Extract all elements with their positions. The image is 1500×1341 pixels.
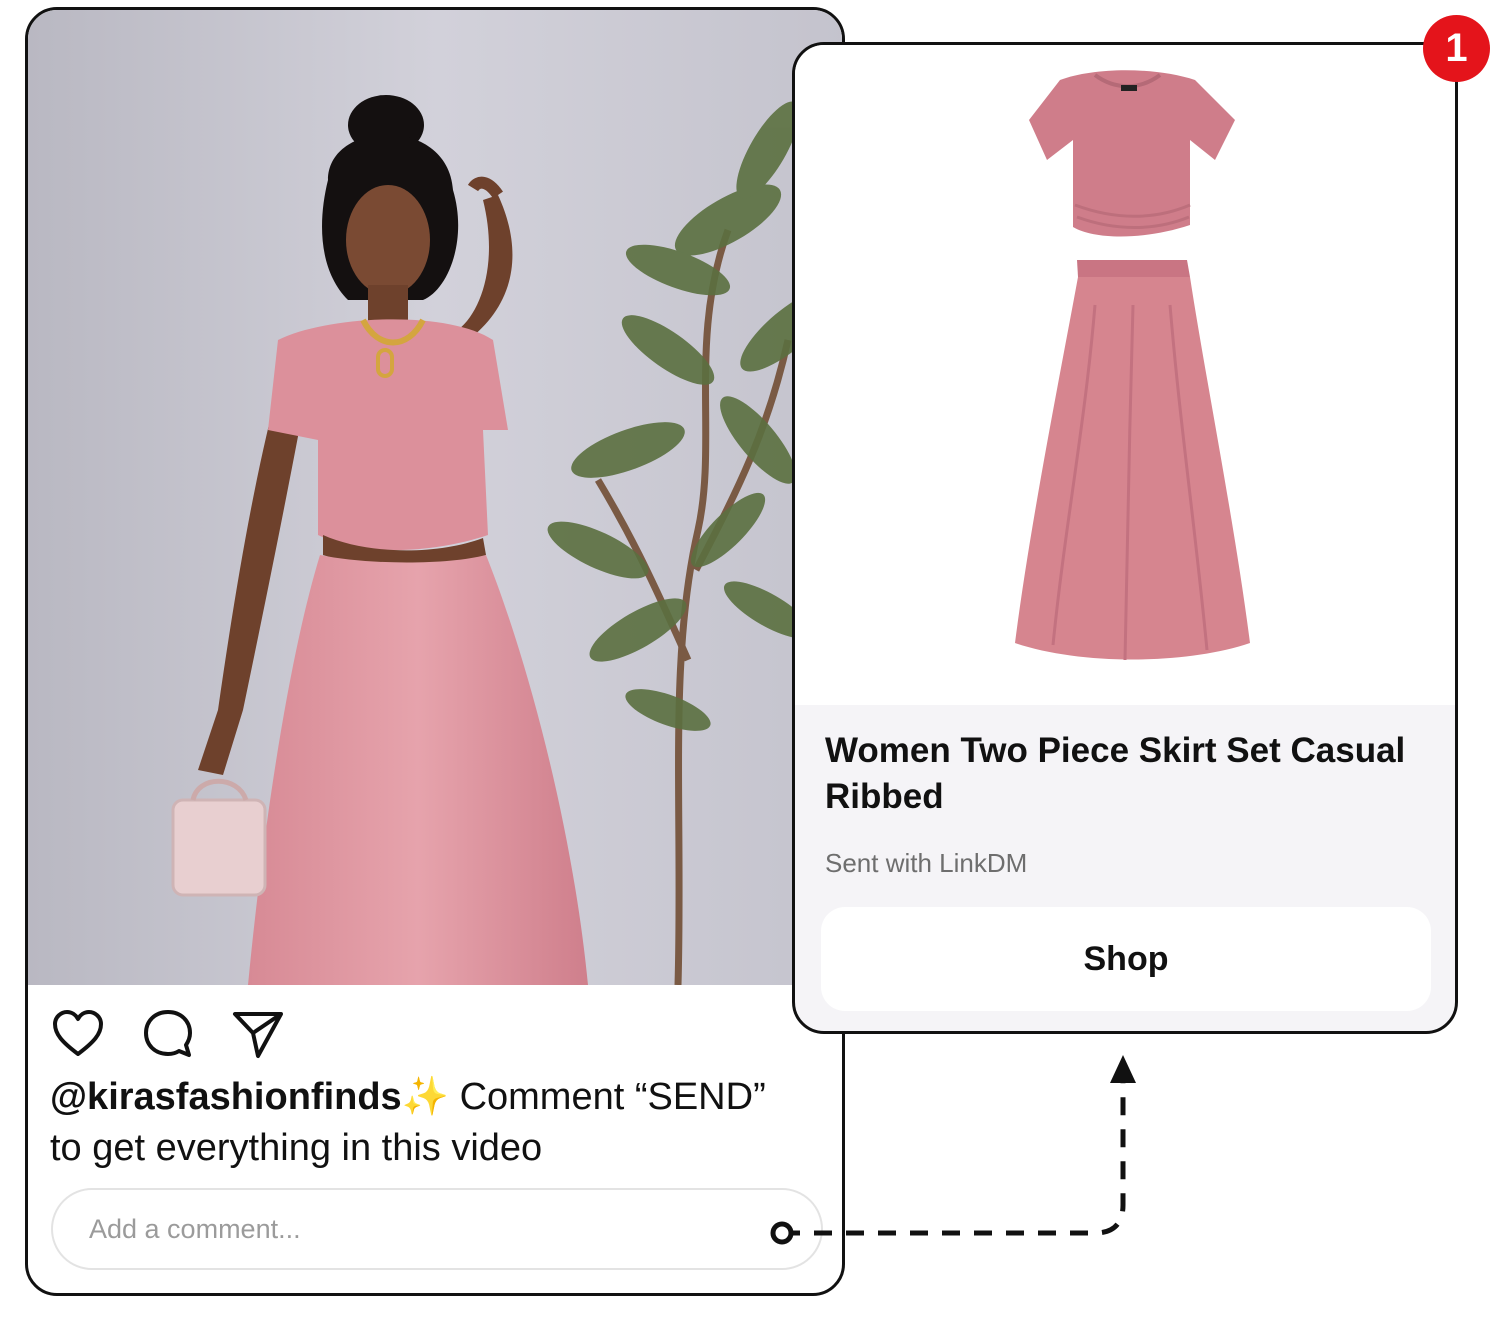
send-icon	[233, 1012, 283, 1058]
like-button[interactable]	[50, 1006, 106, 1062]
notification-badge: 1	[1423, 15, 1490, 82]
heart-icon	[53, 1010, 103, 1056]
shop-button[interactable]: Shop	[821, 907, 1431, 1011]
product-message-card: Women Two Piece Skirt Set Casual Ribbed …	[792, 42, 1458, 1034]
skirt-illustration	[1015, 260, 1250, 661]
crop-top-illustration	[1029, 70, 1235, 237]
share-button[interactable]	[230, 1006, 286, 1062]
product-title: Women Two Piece Skirt Set Casual Ribbed	[825, 731, 1406, 816]
sparkle-emoji: ✨	[401, 1076, 450, 1118]
post-action-bar	[50, 1007, 286, 1061]
arrow-head-icon	[1110, 1055, 1136, 1083]
caption-text-line1: Comment “SEND”	[449, 1076, 766, 1118]
comment-icon	[144, 1010, 192, 1057]
caption-text-line2: to get everything in this video	[50, 1127, 543, 1169]
sent-with-label: Sent with LinkDM	[825, 848, 1028, 878]
post-video-thumbnail[interactable]	[28, 10, 842, 985]
post-caption: @kirasfashionfinds✨ Comment “SEND” to ge…	[50, 1072, 840, 1174]
instagram-post-card: @kirasfashionfinds✨ Comment “SEND” to ge…	[25, 7, 845, 1296]
comment-placeholder: Add a comment...	[89, 1213, 301, 1244]
caption-username[interactable]: @kirasfashionfinds	[50, 1076, 402, 1118]
comment-button[interactable]	[140, 1006, 196, 1062]
comment-input[interactable]: Add a comment...	[51, 1188, 823, 1270]
product-image[interactable]	[795, 45, 1455, 705]
